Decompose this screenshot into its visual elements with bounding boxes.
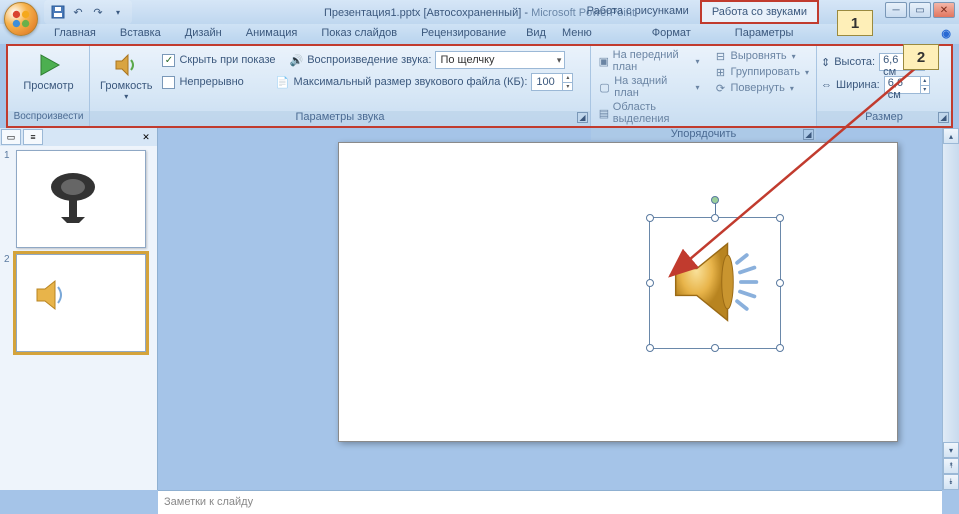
group-icon: ⊞ [713,65,727,79]
resize-handle[interactable] [646,214,654,222]
scroll-down-button[interactable]: ▾ [943,442,959,458]
resize-handle[interactable] [711,344,719,352]
height-label: Высота: [834,56,875,68]
rotate-icon: ⟳ [713,81,727,95]
selection-pane-button[interactable]: ▤Область выделения [595,100,702,126]
group-label-soundopts: Параметры звука◢ [90,111,590,126]
play-icon [34,50,64,80]
office-button[interactable] [4,2,38,36]
thumb-number: 2 [4,254,12,352]
notes-pane[interactable]: Заметки к слайду [158,490,942,514]
height-icon: ⇕ [821,56,830,69]
group-label-size: Размер◢ [817,111,951,126]
context-tab-sounds[interactable]: Работа со звуками [700,0,819,24]
thumb-number: 1 [4,150,12,248]
annotation-callout-1: 1 [837,10,873,36]
resize-handle[interactable] [776,279,784,287]
panel-close-icon[interactable]: ✕ [136,129,156,145]
group-button[interactable]: ⊞Группировать [710,64,812,80]
resize-handle[interactable] [776,344,784,352]
tab-home[interactable]: Главная [42,24,108,44]
annotation-callout-2: 2 [903,44,939,70]
volume-button[interactable]: Громкость ▾ [94,48,158,103]
width-label: Ширина: [836,79,880,91]
restore-button[interactable]: ▭ [909,2,931,18]
playback-combo[interactable]: По щелчку [435,51,565,69]
save-icon[interactable] [50,4,66,20]
slide-thumbnail-1[interactable] [16,150,146,248]
chevron-down-icon: ▾ [124,92,128,101]
undo-icon[interactable]: ↶ [70,4,86,20]
maxsize-label: Максимальный размер звукового файла (КБ)… [294,76,528,88]
width-input[interactable]: 6,6 см▴▾ [884,76,930,94]
tab-format[interactable]: Формат [640,24,703,44]
context-tab-pictures[interactable]: Работа с рисунками [576,0,700,24]
next-slide-button[interactable]: ⯯ [943,474,959,490]
width-icon: ⇔ [821,79,832,91]
help-button[interactable]: ◉ [933,24,959,44]
rotate-handle[interactable] [711,196,719,204]
playback-icon: 🔊 [290,54,304,67]
send-back-icon: ▢ [598,80,611,94]
align-icon: ⊟ [713,49,727,63]
outline-tab[interactable]: ≡ [23,129,43,145]
vertical-scrollbar[interactable]: ▴ ▾ ⯭ ⯯ [942,128,959,490]
maxsize-spinner[interactable]: 100▴▾ [531,73,573,91]
prev-slide-button[interactable]: ⯭ [943,458,959,474]
quick-access-toolbar: ↶ ↷ ▾ [44,0,132,24]
slide-canvas-area[interactable] [158,128,942,490]
hide-checkbox[interactable]: ✓ [162,54,175,67]
dialog-launcher-icon[interactable]: ◢ [938,112,949,123]
filesize-icon: 📄 [276,76,290,89]
tab-parameters[interactable]: Параметры [723,24,806,44]
send-back-button[interactable]: ▢На задний план [595,74,702,100]
document-name: Презентация1.pptx [Автосохраненный] [324,7,521,19]
tab-insert[interactable]: Вставка [108,24,173,44]
playback-label: Воспроизведение звука: [307,54,431,66]
redo-icon[interactable]: ↷ [90,4,106,20]
scroll-up-button[interactable]: ▴ [943,128,959,144]
tab-design[interactable]: Дизайн [173,24,234,44]
loop-label: Непрерывно [179,76,243,88]
loop-checkbox[interactable] [162,76,175,89]
resize-handle[interactable] [776,214,784,222]
align-button[interactable]: ⊟Выровнять [710,48,812,64]
rotate-button[interactable]: ⟳Повернуть [710,80,812,96]
tab-slideshow[interactable]: Показ слайдов [309,24,409,44]
slides-tab[interactable]: ▭ [1,129,21,145]
speaker-icon[interactable] [668,234,764,330]
volume-icon [111,50,141,80]
bring-front-icon: ▣ [598,54,610,68]
ribbon: Просмотр Воспроизвести Громкость ▾ ✓ Скр… [6,44,953,128]
tab-view[interactable]: Вид [518,24,554,44]
selection-box[interactable] [649,217,781,349]
resize-handle[interactable] [711,214,719,222]
slide-panel: ▭ ≡ ✕ 1 2 [0,128,158,490]
qat-dropdown-icon[interactable]: ▾ [110,4,126,20]
title-bar: ↶ ↷ ▾ Презентация1.pptx [Автосохраненный… [0,0,959,24]
group-label-play: Воспроизвести [8,111,89,126]
workspace: ▭ ≡ ✕ 1 2 [0,128,959,490]
tab-review[interactable]: Рецензирование [409,24,518,44]
dialog-launcher-icon[interactable]: ◢ [577,112,588,123]
resize-handle[interactable] [646,279,654,287]
tab-menu[interactable]: Меню [554,24,600,44]
ribbon-tab-strip: Главная Вставка Дизайн Анимация Показ сл… [0,24,959,44]
bring-front-button[interactable]: ▣На передний план [595,48,702,74]
resize-handle[interactable] [646,344,654,352]
hide-label: Скрыть при показе [179,54,275,66]
selection-pane-icon: ▤ [598,106,610,120]
close-button[interactable]: ✕ [933,2,955,18]
tab-animation[interactable]: Анимация [234,24,310,44]
minimize-button[interactable]: ─ [885,2,907,18]
slide[interactable] [338,142,898,442]
preview-button[interactable]: Просмотр [17,48,79,94]
slide-thumbnail-2[interactable] [16,254,146,352]
